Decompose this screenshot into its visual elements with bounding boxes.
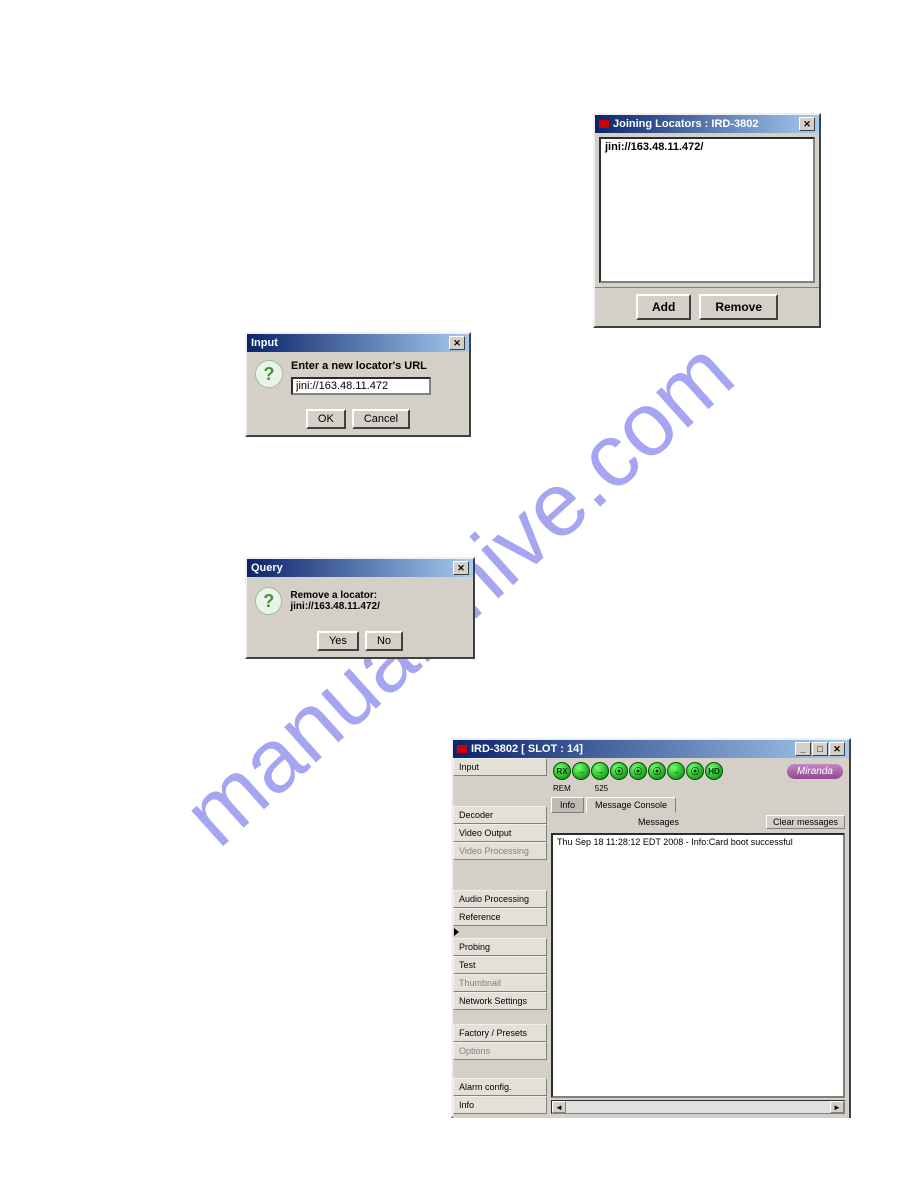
sidebar-item-audio-processing[interactable]: Audio Processing	[453, 890, 547, 908]
sidebar-item-info[interactable]: Info	[453, 1096, 547, 1114]
sidebar-item-input[interactable]: Input	[453, 758, 547, 776]
input-title: Input	[251, 337, 278, 349]
close-icon[interactable]: ✕	[799, 117, 815, 131]
locators-list[interactable]: jini://163.48.11.472/	[599, 137, 815, 283]
status-icon: ⦿	[610, 762, 628, 780]
signal-label-525: 525	[595, 784, 608, 793]
locator-url-input[interactable]	[291, 377, 431, 395]
messages-header: Messages	[551, 817, 766, 827]
status-icon: RX	[553, 762, 571, 780]
joining-title: Joining Locators : IRD-3802	[613, 118, 758, 130]
expand-icon[interactable]	[454, 928, 459, 936]
status-icon: ⦿	[629, 762, 647, 780]
sidebar-item-probing[interactable]: Probing	[453, 938, 547, 956]
horizontal-scrollbar[interactable]: ◄ ►	[551, 1100, 845, 1114]
sidebar-item-alarm-config[interactable]: Alarm config.	[453, 1078, 547, 1096]
close-icon[interactable]: ✕	[829, 742, 845, 756]
minimize-icon[interactable]: _	[795, 742, 811, 756]
tab-info[interactable]: Info	[551, 797, 584, 813]
sidebar-item-decoder[interactable]: Decoder	[453, 806, 547, 824]
status-icon: →	[591, 762, 609, 780]
brand-logo: Miranda	[787, 764, 843, 779]
question-icon: ?	[255, 360, 283, 388]
clear-messages-button[interactable]: Clear messages	[766, 815, 845, 829]
input-titlebar: Input ✕	[247, 334, 469, 352]
sidebar-item-video-processing: Video Processing	[453, 842, 547, 860]
main-titlebar: IRD-3802 [ SLOT : 14] _ □ ✕	[453, 740, 849, 758]
log-entry: Thu Sep 18 11:28:12 EDT 2008 - Info:Card…	[557, 837, 793, 847]
ok-button[interactable]: OK	[306, 409, 346, 429]
status-icon: HD	[705, 762, 723, 780]
sidebar-item-test[interactable]: Test	[453, 956, 547, 974]
input-prompt: Enter a new locator's URL	[291, 360, 431, 372]
app-icon	[457, 745, 467, 753]
sidebar-item-video-output[interactable]: Video Output	[453, 824, 547, 842]
scroll-right-icon[interactable]: ►	[830, 1101, 844, 1113]
sidebar-item-thumbnail: Thumbnail	[453, 974, 547, 992]
status-icon: →	[572, 762, 590, 780]
status-icon: →	[667, 762, 685, 780]
app-icon	[599, 120, 609, 128]
signal-label-rem: REM	[553, 784, 571, 793]
main-panel: RX → → ⦿ ⦿ ⦿ → ⦿ HD Miranda REM 525 Info…	[547, 758, 849, 1118]
query-dialog: Query ✕ ? Remove a locator: jini://163.4…	[245, 557, 475, 659]
locator-entry[interactable]: jini://163.48.11.472/	[605, 141, 703, 153]
status-icon: ⦿	[686, 762, 704, 780]
input-dialog: Input ✕ ? Enter a new locator's URL OK C…	[245, 332, 471, 437]
question-icon: ?	[255, 587, 282, 615]
maximize-icon[interactable]: □	[812, 742, 828, 756]
cancel-button[interactable]: Cancel	[352, 409, 410, 429]
sidebar-item-factory-presets[interactable]: Factory / Presets	[453, 1024, 547, 1042]
tab-message-console[interactable]: Message Console	[586, 797, 676, 813]
yes-button[interactable]: Yes	[317, 631, 359, 651]
message-log[interactable]: Thu Sep 18 11:28:12 EDT 2008 - Info:Card…	[551, 833, 845, 1098]
joining-locators-window: Joining Locators : IRD-3802 ✕ jini://163…	[593, 113, 821, 328]
status-icon: ⦿	[648, 762, 666, 780]
joining-titlebar: Joining Locators : IRD-3802 ✕	[595, 115, 819, 133]
close-icon[interactable]: ✕	[449, 336, 465, 350]
remove-button[interactable]: Remove	[699, 294, 778, 320]
query-titlebar: Query ✕	[247, 559, 473, 577]
main-title: IRD-3802 [ SLOT : 14]	[471, 743, 583, 755]
query-title: Query	[251, 562, 283, 574]
close-icon[interactable]: ✕	[453, 561, 469, 575]
sidebar-item-reference[interactable]: Reference	[453, 908, 547, 926]
sidebar-item-options: Options	[453, 1042, 547, 1060]
no-button[interactable]: No	[365, 631, 403, 651]
ird-main-window: IRD-3802 [ SLOT : 14] _ □ ✕ Input Decode…	[451, 738, 851, 1118]
sidebar-item-network-settings[interactable]: Network Settings	[453, 992, 547, 1010]
sidebar: Input Decoder Video Output Video Process…	[453, 758, 547, 1118]
add-button[interactable]: Add	[636, 294, 691, 320]
status-icons: RX → → ⦿ ⦿ ⦿ → ⦿ HD	[553, 762, 723, 780]
scroll-left-icon[interactable]: ◄	[552, 1101, 566, 1113]
query-message: Remove a locator: jini://163.48.11.472/	[290, 590, 465, 612]
